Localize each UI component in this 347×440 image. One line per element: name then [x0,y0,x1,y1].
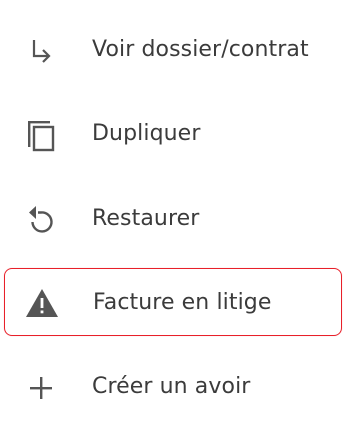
menu-item-label: Créer un avoir [92,374,251,399]
menu-item-dupliquer[interactable]: Dupliquer [4,103,342,165]
copy-icon [21,114,61,154]
menu-item-label: Facture en litige [93,290,272,315]
menu-item-restaurer[interactable]: Restaurer [4,188,342,250]
menu-item-label: Voir dossier/contrat [92,37,309,62]
context-menu: Voir dossier/contrat Dupliquer Restaurer [0,0,347,440]
subdirectory-arrow-right-icon [21,30,61,70]
menu-item-label: Restaurer [92,206,200,231]
warning-icon [22,283,62,323]
menu-item-facture-en-litige[interactable]: Facture en litige [4,268,342,336]
menu-item-creer-un-avoir[interactable]: Créer un avoir [4,356,342,418]
menu-item-label: Dupliquer [92,121,201,146]
restore-icon [21,199,61,239]
menu-item-voir-dossier-contrat[interactable]: Voir dossier/contrat [4,19,342,81]
plus-icon [21,367,61,407]
